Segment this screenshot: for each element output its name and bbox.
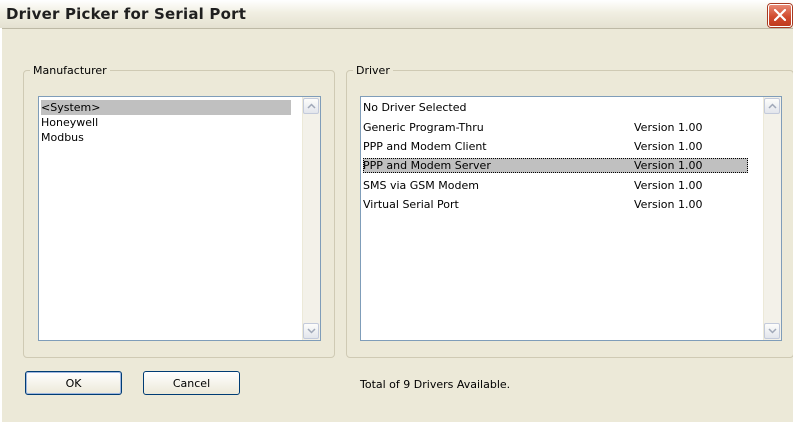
driver-item[interactable]: PPP and Modem Client Version 1.00 (363, 139, 748, 154)
manufacturer-legend: Manufacturer (30, 64, 110, 77)
driver-list[interactable]: No Driver Selected Generic Program-Thru … (360, 96, 782, 341)
scroll-up-button[interactable] (764, 98, 780, 114)
chevron-down-icon (307, 328, 316, 334)
driver-legend-label: Driver (356, 64, 390, 77)
status-text: Total of 9 Drivers Available. (360, 378, 511, 391)
manufacturer-item[interactable]: Honeywell (41, 115, 291, 130)
chevron-up-icon (307, 103, 316, 109)
driver-version: Version 1.00 (634, 121, 703, 134)
chevron-up-icon (768, 103, 777, 109)
driver-version: Version 1.00 (634, 140, 703, 153)
scroll-down-button[interactable] (764, 323, 780, 339)
driver-version: Version 1.00 (634, 198, 703, 211)
cancel-button[interactable]: Cancel (143, 371, 240, 395)
scroll-up-button[interactable] (303, 98, 319, 114)
window-left-edge (0, 28, 2, 422)
chevron-down-icon (768, 328, 777, 334)
manufacturer-list[interactable]: <System> Honeywell Modbus (38, 96, 321, 341)
driver-item[interactable]: PPP and Modem Server Version 1.00 (363, 158, 748, 173)
manufacturer-item-label: Modbus (41, 131, 84, 144)
driver-name: Generic Program-Thru (363, 121, 484, 134)
driver-scrollbar[interactable] (763, 97, 781, 340)
driver-item[interactable]: Generic Program-Thru Version 1.00 (363, 120, 748, 135)
driver-item[interactable]: SMS via GSM Modem Version 1.00 (363, 178, 748, 193)
driver-name: PPP and Modem Server (363, 159, 491, 172)
manufacturer-scrollbar[interactable] (302, 97, 320, 340)
driver-name: Virtual Serial Port (363, 198, 459, 211)
ok-button[interactable]: OK (25, 371, 122, 395)
manufacturer-item-label: <System> (41, 101, 101, 114)
window-title: Driver Picker for Serial Port (6, 5, 247, 23)
driver-version: Version 1.00 (634, 159, 703, 172)
scroll-down-button[interactable] (303, 323, 319, 339)
title-bar[interactable]: Driver Picker for Serial Port (0, 0, 793, 29)
driver-legend: Driver (353, 64, 393, 77)
manufacturer-item[interactable]: <System> (41, 100, 291, 115)
manufacturer-legend-label: Manufacturer (33, 64, 107, 77)
manufacturer-item[interactable]: Modbus (41, 130, 291, 145)
driver-item[interactable]: No Driver Selected (363, 100, 748, 115)
manufacturer-item-label: Honeywell (41, 116, 99, 129)
close-icon (774, 9, 786, 21)
driver-name: PPP and Modem Client (363, 140, 487, 153)
driver-name: SMS via GSM Modem (363, 179, 479, 192)
driver-version: Version 1.00 (634, 179, 703, 192)
driver-name: No Driver Selected (363, 101, 467, 114)
close-button[interactable] (768, 4, 792, 27)
driver-item[interactable]: Virtual Serial Port Version 1.00 (363, 197, 748, 212)
